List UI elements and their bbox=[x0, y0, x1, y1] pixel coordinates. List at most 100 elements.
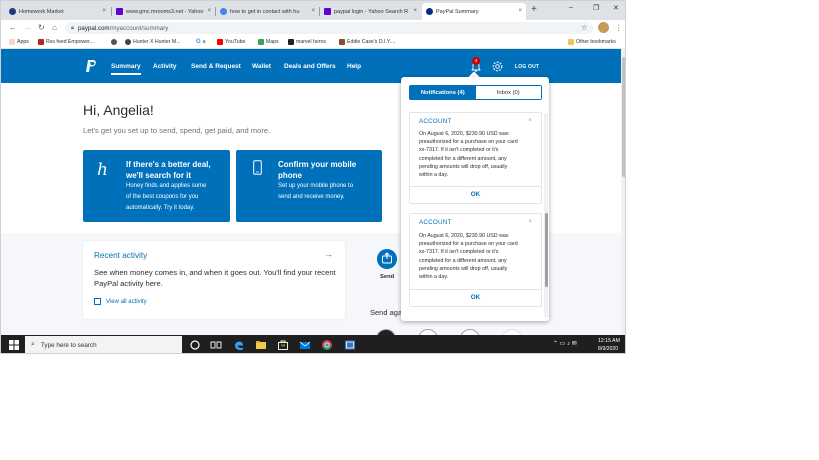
clock-date[interactable]: 8/9/2020 bbox=[598, 346, 618, 352]
minimize-button[interactable]: – bbox=[569, 4, 573, 11]
menu-kebab-icon[interactable]: ⋮ bbox=[615, 23, 623, 32]
message-line: xx-7317. If it isn't completed or it's bbox=[419, 249, 499, 256]
arrow-right-icon[interactable]: → bbox=[324, 249, 333, 259]
active-app-indicator bbox=[340, 353, 360, 354]
reload-icon[interactable]: ↻ bbox=[38, 23, 45, 32]
nav-wallet[interactable]: Wallet bbox=[252, 63, 271, 70]
search-placeholder: Type here to search bbox=[40, 341, 97, 349]
send-label: Send bbox=[380, 274, 395, 280]
marvel-hero-icon bbox=[288, 39, 294, 45]
edge-browser-icon[interactable] bbox=[233, 339, 245, 351]
close-icon[interactable]: × bbox=[528, 117, 532, 124]
message-line: On August 6, 2020, $230.90 USD was bbox=[419, 233, 509, 239]
bookmark-other[interactable]: Other bookmarks bbox=[568, 39, 616, 45]
tab-close-icon[interactable]: × bbox=[207, 8, 211, 14]
bookmark-youtube[interactable]: YouTube bbox=[217, 39, 245, 45]
gear-icon[interactable] bbox=[491, 60, 504, 73]
promo-card-honey[interactable]: h If there's a better deal, we'll search… bbox=[83, 150, 230, 222]
tab-close-icon[interactable]: × bbox=[413, 8, 417, 14]
promo-card-confirm-phone[interactable]: Confirm your mobile phone Set up your mo… bbox=[236, 150, 382, 222]
page-scrollbar-thumb[interactable] bbox=[622, 57, 625, 177]
tab-paypal-summary[interactable]: PayPal Summary × bbox=[422, 3, 526, 20]
tab-title: how to get in contact with hu bbox=[230, 8, 300, 15]
recent-activity-title[interactable]: Recent activity bbox=[94, 251, 147, 260]
close-window-button[interactable]: ✕ bbox=[613, 4, 619, 12]
chrome-icon[interactable] bbox=[321, 339, 333, 351]
tab-how-to-contact[interactable]: how to get in contact with hu × bbox=[216, 3, 319, 20]
forward-arrow-icon[interactable]: → bbox=[24, 23, 32, 32]
tab-homework-market[interactable]: Homework Market × bbox=[5, 3, 110, 20]
tab-title: PayPal Summary bbox=[436, 8, 479, 15]
bookmark-google-a[interactable]: G a bbox=[196, 39, 206, 45]
nav-activity[interactable]: Activity bbox=[153, 63, 176, 70]
promo-title-line: If there's a better deal, bbox=[126, 160, 211, 169]
folder-icon bbox=[568, 39, 574, 45]
notifications-popover: Notifications (4) Inbox (0) ACCOUNT × On… bbox=[401, 77, 549, 321]
bookmark-label: Eddie Case's D.I.Y.... bbox=[347, 39, 396, 45]
maximize-button[interactable]: ❐ bbox=[593, 4, 599, 12]
nav-send-request[interactable]: Send & Request bbox=[191, 63, 241, 70]
yahoo-favicon-icon bbox=[116, 8, 123, 15]
honey-logo-icon: h bbox=[97, 160, 108, 180]
home-icon[interactable]: ⌂ bbox=[52, 23, 57, 32]
ok-button[interactable]: OK bbox=[410, 294, 541, 301]
tab-inbox[interactable]: Inbox (0) bbox=[475, 86, 541, 99]
snipping-tool-icon[interactable] bbox=[344, 339, 356, 351]
promo-body-line: automatically. Try it today. bbox=[126, 205, 195, 211]
homework-market-favicon-icon bbox=[9, 8, 16, 15]
message-line: On August 6, 2020, $230.90 USD was bbox=[419, 131, 509, 137]
profile-avatar[interactable] bbox=[598, 22, 609, 33]
tab-close-icon[interactable]: × bbox=[311, 8, 315, 14]
bookmark-label: Hunter X Hunter M... bbox=[133, 39, 181, 45]
nav-summary[interactable]: Summary bbox=[111, 63, 141, 75]
tab-title: paypal login - Yahoo Search R bbox=[334, 8, 409, 15]
notification-message: On August 6, 2020, $230.90 USD was preau… bbox=[419, 130, 539, 179]
promo-body-line: send and receive money. bbox=[278, 194, 345, 200]
google-g-icon: G bbox=[196, 39, 201, 45]
promo-body-line: of the best coupons for you bbox=[126, 194, 199, 200]
bookmark-apps[interactable]: Apps bbox=[9, 39, 29, 45]
back-arrow-icon[interactable]: ← bbox=[9, 23, 17, 32]
store-icon[interactable] bbox=[277, 339, 289, 351]
message-line: preauthorized for a purchase on your car… bbox=[419, 241, 518, 248]
tab-gmc-yahoo[interactable]: www.gmc.mrooms3.net - Yahoo × bbox=[112, 3, 215, 20]
url-bar[interactable]: 🔒︎ paypal.com/myaccount/summary bbox=[65, 22, 593, 34]
bookmark-hunter-x-hunter[interactable]: Hunter X Hunter M... bbox=[125, 39, 181, 45]
new-tab-button[interactable]: + bbox=[531, 4, 537, 15]
notification-card: ACCOUNT × On August 6, 2020, $230.90 USD… bbox=[409, 213, 542, 307]
mail-icon[interactable] bbox=[299, 339, 311, 351]
site-favicon-icon bbox=[111, 39, 117, 45]
ok-button[interactable]: OK bbox=[410, 191, 541, 198]
cortana-icon[interactable] bbox=[189, 339, 201, 351]
bookmark-eddie-case[interactable]: Eddie Case's D.I.Y.... bbox=[339, 39, 395, 45]
paypal-logo-icon[interactable] bbox=[85, 59, 97, 73]
bookmark-maps[interactable]: Maps bbox=[258, 39, 279, 45]
close-icon[interactable]: × bbox=[528, 218, 532, 225]
bookmark-star-icon[interactable]: ☆ bbox=[581, 23, 588, 32]
nav-help[interactable]: Help bbox=[347, 63, 361, 70]
bookmark-rss-feed[interactable]: Rss feed Empower... bbox=[38, 39, 94, 45]
bookmark-label: YouTube bbox=[225, 39, 246, 45]
logout-button[interactable]: LOG OUT bbox=[515, 64, 539, 70]
message-line: pending amounts will drop off, usually bbox=[419, 265, 508, 272]
tab-close-icon[interactable]: × bbox=[518, 8, 522, 14]
bookmark-unnamed[interactable] bbox=[111, 39, 119, 45]
tab-notifications[interactable]: Notifications (4) bbox=[410, 86, 476, 99]
send-money-button[interactable] bbox=[377, 249, 397, 269]
rss-feed-icon bbox=[38, 39, 44, 45]
bookmark-marvel-heros[interactable]: marvel heros bbox=[288, 39, 326, 45]
taskbar-search-box[interactable]: ⌕ Type here to search bbox=[25, 336, 182, 353]
list-icon bbox=[94, 298, 101, 305]
recent-activity-body: See when money comes in, and when it goe… bbox=[94, 268, 336, 288]
clock-time[interactable]: 12:15 AM bbox=[598, 338, 620, 344]
view-all-activity-link[interactable]: View all activity bbox=[94, 298, 147, 305]
system-tray-icons[interactable]: ⌃ ▭ ♪ ✉ bbox=[553, 340, 577, 347]
nav-deals-offers[interactable]: Deals and Offers bbox=[284, 63, 336, 70]
windows-start-icon[interactable] bbox=[9, 340, 19, 350]
popover-scrollbar-thumb[interactable] bbox=[545, 213, 548, 287]
file-explorer-icon[interactable] bbox=[255, 339, 267, 351]
tab-close-icon[interactable]: × bbox=[102, 8, 106, 14]
tab-paypal-login-search[interactable]: paypal login - Yahoo Search R × bbox=[320, 3, 421, 20]
message-line: completed for a different amount, any bbox=[419, 257, 507, 264]
task-view-icon[interactable] bbox=[210, 339, 222, 351]
